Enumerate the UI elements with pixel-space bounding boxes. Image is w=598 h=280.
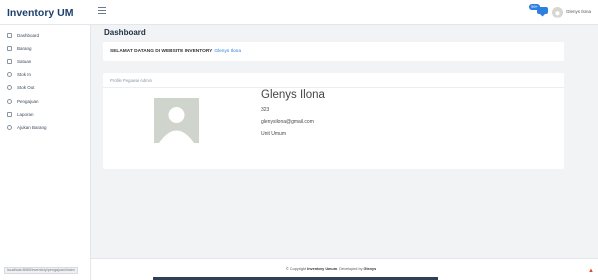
footer-copyright: © Copyright Inventory Umum. Developed by… xyxy=(286,267,376,271)
grid-icon xyxy=(7,33,12,39)
sidebar-item-label: Dashboard xyxy=(17,33,40,39)
sidebar-item-stok-out[interactable]: Stok Out xyxy=(0,81,90,94)
profile-unit: Unit Umum xyxy=(261,131,287,137)
user-menu-name[interactable]: Glenys Ilona xyxy=(566,9,591,14)
sidebar-item-label: Stok In xyxy=(17,72,32,78)
sidebar-item-stok-in[interactable]: Stok In xyxy=(0,68,90,81)
footer-developer: Glenys xyxy=(363,267,377,271)
sidebar-item-label: Barang xyxy=(17,46,32,52)
ruler-icon xyxy=(7,59,12,65)
status-bar-url: localhost:8080/inventory/pengajuan/index xyxy=(4,267,78,274)
sidebar-item-satuan[interactable]: Satuan xyxy=(0,55,90,68)
scroll-top-icon[interactable]: ▲ xyxy=(588,268,594,274)
welcome-label: SELAMAT DATANG DI WEBSITE INVENTORY xyxy=(110,49,213,54)
welcome-banner: SELAMAT DATANG DI WEBSITE INVENTORY Glen… xyxy=(103,42,564,61)
profile-id: 323 xyxy=(261,107,270,113)
top-navbar: Inventory UM 99+ Glenys Ilona xyxy=(0,0,598,25)
app-brand[interactable]: Inventory UM xyxy=(0,0,91,25)
sidebar-item-pengajuan[interactable]: Pengajuan xyxy=(0,94,90,107)
profile-card: Profile Pegawai Admin Glenys Ilona 323 g… xyxy=(103,73,564,169)
sidebar-item-dashboard[interactable]: Dashboard xyxy=(0,29,90,42)
welcome-user-name: Glenys Ilona xyxy=(214,49,242,54)
profile-photo xyxy=(154,98,199,143)
arrow-in-icon xyxy=(7,72,12,78)
sidebar-item-label: Satuan xyxy=(17,59,32,65)
profile-email: glenysilona@gmail.com xyxy=(261,119,314,125)
sidebar-item-label: Pengajuan xyxy=(17,98,39,104)
sidebar-item-ajukan-barang[interactable]: Ajukan Barang xyxy=(0,121,90,134)
notification-badge: 99+ xyxy=(529,4,540,10)
sidebar-item-label: Stok Out xyxy=(17,85,35,91)
report-icon xyxy=(7,111,12,117)
footer-app-name: Inventory Umum xyxy=(307,267,338,271)
sidebar-item-laporan[interactable]: Laporan xyxy=(0,108,90,121)
arrow-out-icon xyxy=(7,85,12,91)
footer: © Copyright Inventory Umum. Developed by… xyxy=(91,258,598,280)
document-icon xyxy=(7,98,12,104)
page-title: Dashboard xyxy=(104,28,146,37)
request-icon xyxy=(7,124,12,130)
menu-toggle-icon[interactable] xyxy=(98,7,106,14)
box-icon xyxy=(7,46,12,52)
sidebar-item-label: Laporan xyxy=(17,111,34,117)
profile-name: Glenys Ilona xyxy=(261,89,325,101)
footer-middle: . Developed by xyxy=(337,267,363,271)
sidebar-item-label: Ajukan Barang xyxy=(17,124,47,130)
footer-prefix: © Copyright xyxy=(286,267,307,271)
sidebar-item-barang[interactable]: Barang xyxy=(0,42,90,55)
main-content: Dashboard SELAMAT DATANG DI WEBSITE INVE… xyxy=(91,25,598,280)
sidebar: Dashboard Barang Satuan Stok In Stok Out… xyxy=(0,25,91,280)
profile-card-header: Profile Pegawai Admin xyxy=(103,73,564,88)
user-avatar[interactable] xyxy=(552,7,563,18)
